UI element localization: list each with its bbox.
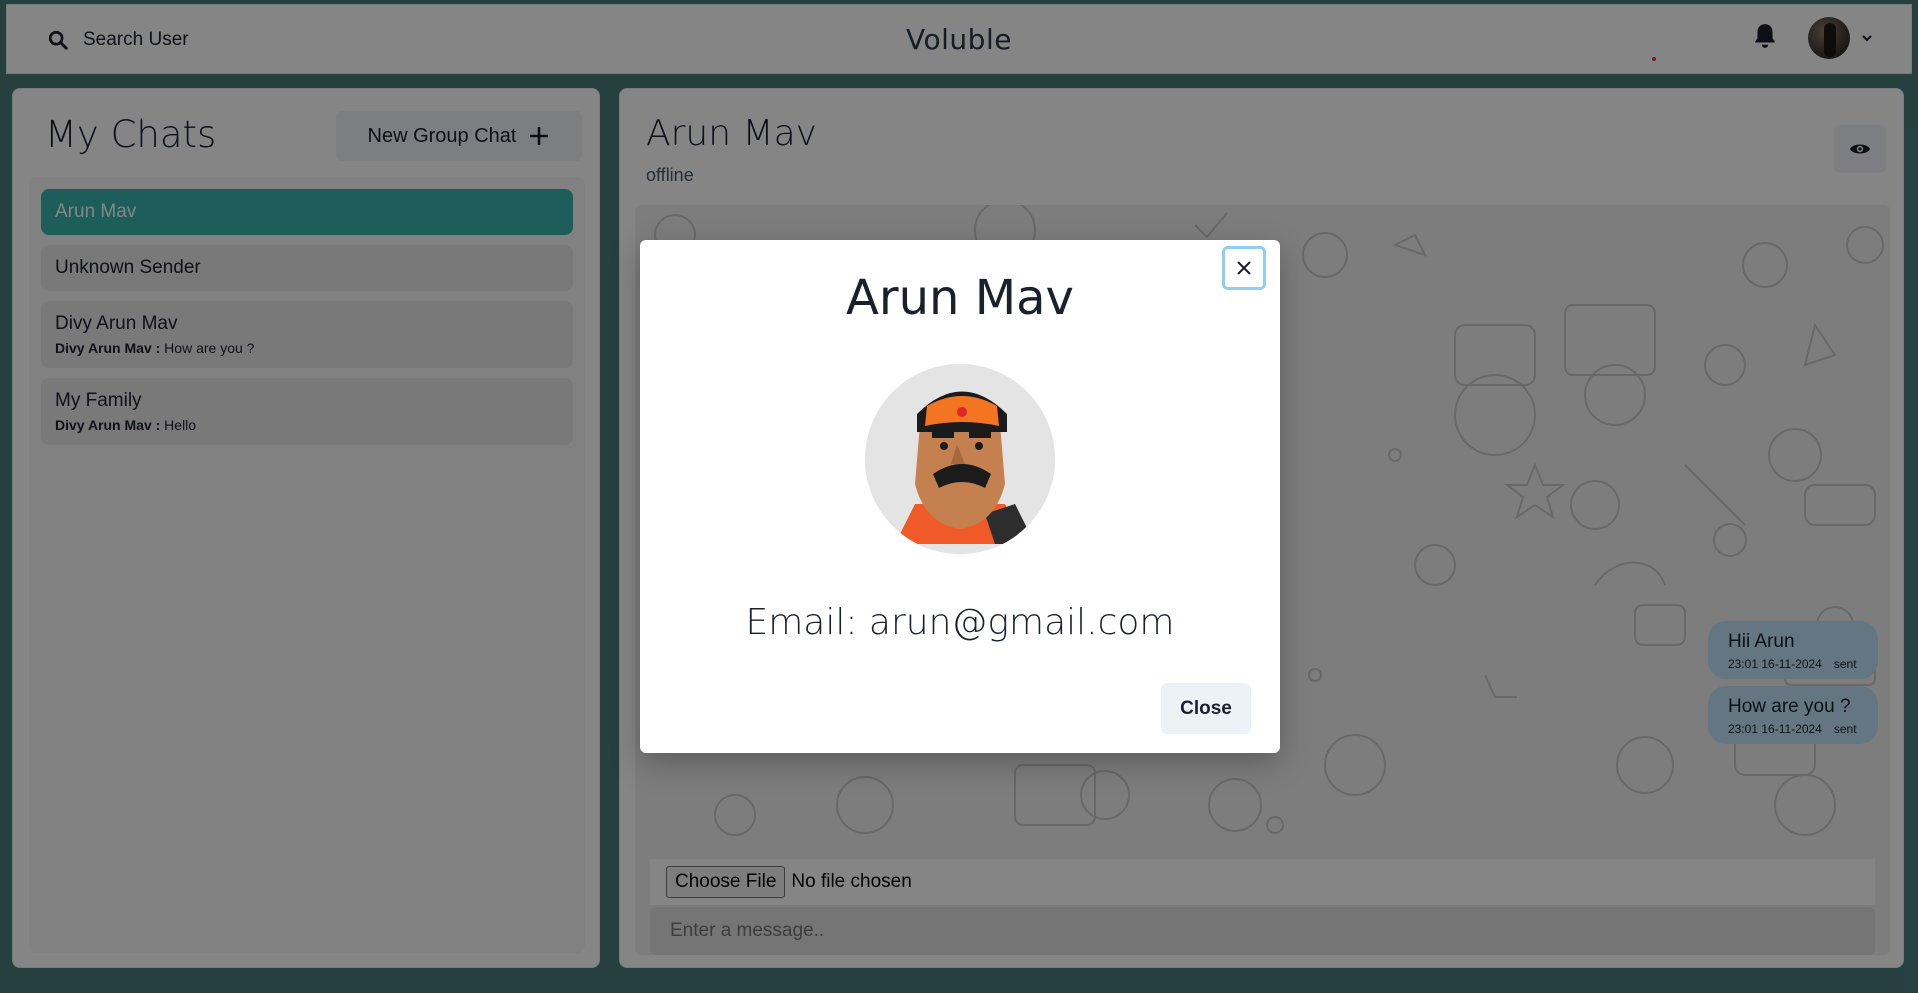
- profile-avatar: [865, 364, 1055, 554]
- profile-modal: Arun Mav Email: arun@gmail.com Close: [640, 240, 1280, 753]
- modal-close-button[interactable]: Close: [1161, 683, 1251, 734]
- close-icon: [1237, 261, 1251, 275]
- modal-title: Arun Mav: [846, 270, 1074, 326]
- modal-close-icon-button[interactable]: [1222, 246, 1266, 290]
- profile-email: Email: arun@gmail.com: [745, 602, 1175, 643]
